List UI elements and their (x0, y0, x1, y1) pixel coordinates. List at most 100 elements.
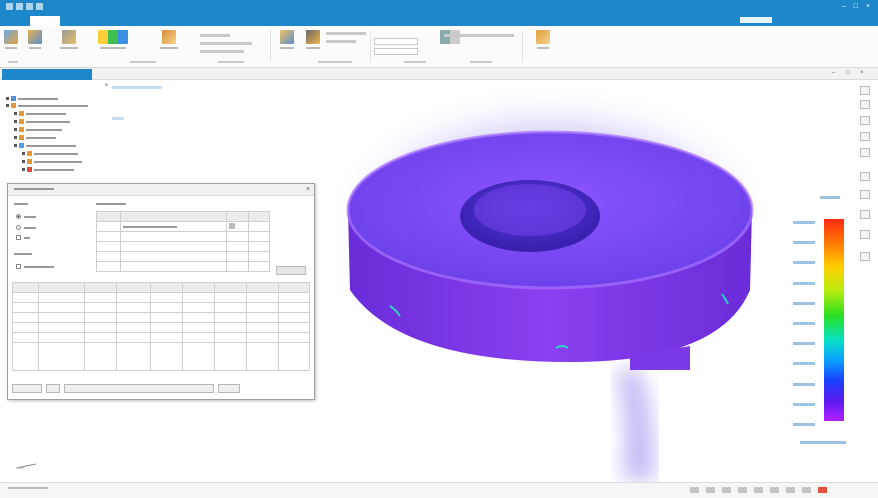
include-checkbox[interactable] (16, 264, 54, 269)
tree-node[interactable] (14, 127, 62, 132)
legend-tick-label (793, 281, 815, 285)
view-toolbar (855, 80, 878, 482)
legend-title (820, 196, 840, 199)
results-icon (162, 30, 176, 44)
table-row[interactable] (96, 261, 270, 272)
view-iso-icon[interactable] (860, 116, 870, 125)
table-row[interactable] (96, 231, 270, 242)
status-icon[interactable] (754, 487, 763, 493)
tree-node[interactable] (22, 151, 78, 156)
tree-node[interactable] (14, 135, 56, 140)
view-side-icon[interactable] (860, 132, 870, 141)
measure-icon[interactable] (860, 190, 870, 199)
table-row[interactable] (12, 302, 310, 313)
redo-icon[interactable] (36, 3, 43, 10)
close-icon[interactable]: × (866, 3, 870, 10)
close-icon[interactable]: × (860, 70, 864, 76)
tree-node[interactable] (14, 143, 76, 148)
browse-icon[interactable] (229, 223, 235, 229)
tab-4[interactable] (130, 16, 154, 26)
dialog-footer-button[interactable] (46, 384, 60, 393)
dialog-footer-button[interactable] (218, 384, 240, 393)
axis-triad-icon (15, 463, 37, 469)
tab-file[interactable] (4, 16, 24, 26)
tree-node[interactable] (6, 96, 58, 101)
tool-icon (62, 30, 76, 44)
tab-3[interactable] (94, 16, 124, 26)
quick-access-toolbar (6, 3, 43, 10)
status-icon[interactable] (786, 487, 795, 493)
status-icon[interactable] (770, 487, 779, 493)
table-row[interactable] (12, 332, 310, 343)
minimize-icon[interactable]: – (842, 3, 846, 10)
legend-tick-label (793, 362, 815, 366)
ribbon-button-7[interactable] (306, 30, 320, 49)
table-row[interactable] (12, 312, 310, 323)
tree-node[interactable] (22, 167, 74, 172)
view-front-icon[interactable] (860, 100, 870, 109)
ribbon-button-8[interactable] (440, 30, 460, 44)
settings-dialog: × (7, 183, 315, 400)
status-icon[interactable] (818, 487, 827, 493)
tree-node[interactable] (22, 159, 82, 164)
display-icon[interactable] (860, 230, 870, 239)
apply-button[interactable] (276, 266, 306, 275)
tree-node[interactable] (6, 103, 88, 108)
table-row[interactable] (96, 221, 270, 232)
view-fit-icon[interactable] (860, 86, 870, 95)
dialog-footer-button[interactable] (64, 384, 214, 393)
status-icon[interactable] (738, 487, 747, 493)
radio-option-1[interactable] (16, 214, 36, 219)
export-icon (536, 30, 550, 44)
ribbon-button-6[interactable] (280, 30, 294, 49)
ribbon-button-1[interactable] (4, 30, 18, 49)
tab-5[interactable] (160, 16, 176, 26)
status-icon[interactable] (690, 487, 699, 493)
table-row[interactable] (96, 241, 270, 252)
close-icon[interactable]: × (306, 186, 310, 193)
light-icon[interactable] (860, 252, 870, 261)
radio-option-2[interactable] (16, 225, 36, 230)
search-box[interactable] (740, 17, 772, 23)
maximize-icon[interactable]: □ (854, 3, 858, 10)
report-icon (280, 30, 294, 44)
table-row[interactable] (96, 251, 270, 262)
pin-icon[interactable]: ⊛ (105, 82, 108, 90)
restore-icon[interactable]: □ (846, 70, 850, 76)
status-icon[interactable] (722, 487, 731, 493)
document-tab-strip: – □ × (0, 68, 878, 80)
ribbon-combo-1[interactable] (374, 38, 418, 45)
ribbon-button-3[interactable] (60, 30, 78, 49)
fog-plume (615, 370, 655, 480)
ribbon-button-5[interactable] (160, 30, 178, 49)
top-table (96, 211, 270, 272)
undo-icon[interactable] (26, 3, 33, 10)
title-bar: – □ × (0, 0, 878, 14)
tree-node[interactable] (14, 111, 66, 116)
status-icon[interactable] (706, 487, 715, 493)
ribbon-button-2[interactable] (28, 30, 42, 49)
save-icon[interactable] (16, 3, 23, 10)
model-icon (4, 30, 18, 44)
ribbon-button-4[interactable] (98, 30, 128, 49)
option-checkbox[interactable] (16, 235, 30, 240)
section-icon[interactable] (860, 172, 870, 181)
option-label (14, 253, 32, 255)
tree-node[interactable] (14, 119, 70, 124)
camera-icon[interactable] (860, 210, 870, 219)
ribbon-button-9[interactable] (536, 30, 550, 49)
dialog-footer-button[interactable] (12, 384, 42, 393)
tab-2[interactable] (64, 16, 88, 26)
minimize-icon[interactable]: – (832, 70, 835, 76)
ribbon-combo-2[interactable] (374, 48, 418, 55)
tab-home[interactable] (30, 16, 60, 26)
ribbon (0, 26, 878, 68)
table-section-label (96, 203, 126, 205)
table-row[interactable] (12, 292, 310, 303)
table-row[interactable] (12, 322, 310, 333)
view-top-icon[interactable] (860, 148, 870, 157)
open-icon (28, 30, 42, 44)
document-tab[interactable] (2, 69, 92, 80)
status-icon[interactable] (802, 487, 811, 493)
table-row[interactable] (12, 342, 310, 371)
